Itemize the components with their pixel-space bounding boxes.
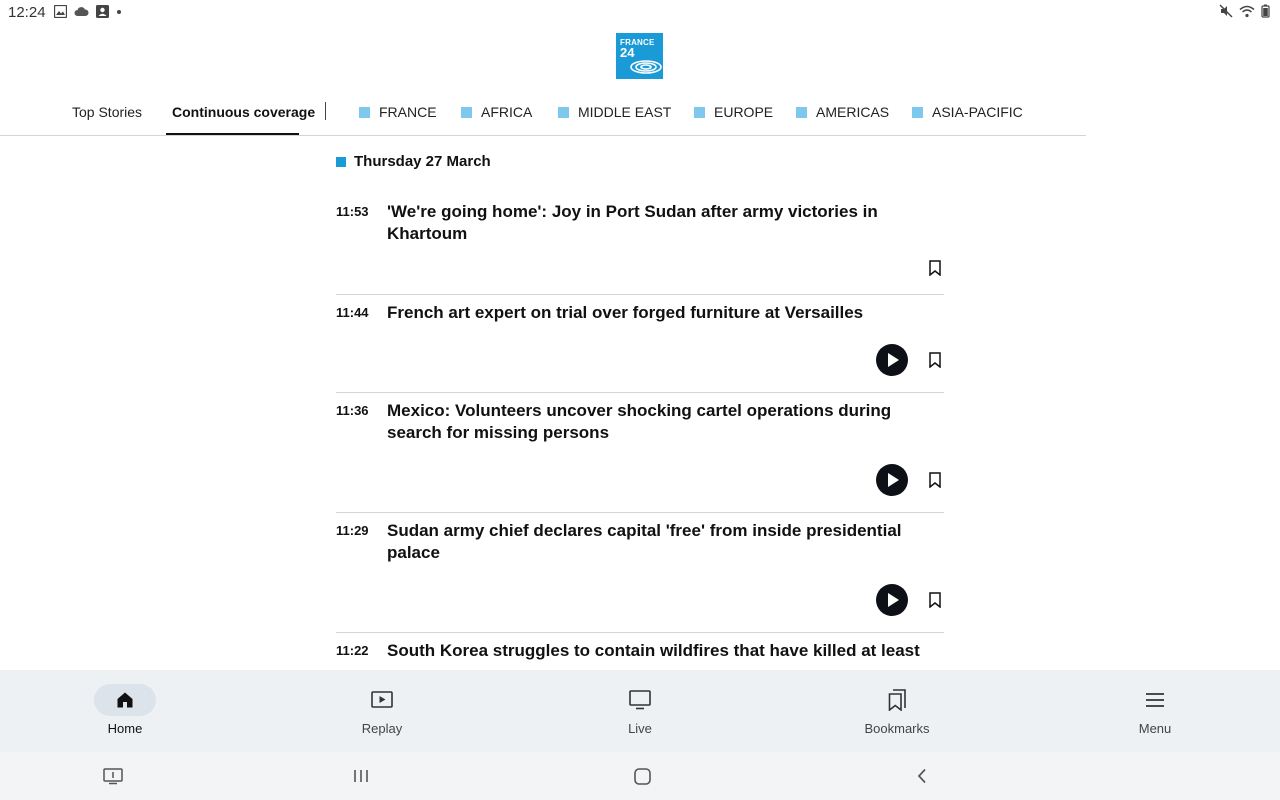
region-color-swatch bbox=[694, 106, 705, 118]
item-time: 11:22 bbox=[336, 643, 369, 658]
region-tab-asia-pacific[interactable]: ASIA-PACIFIC bbox=[912, 104, 1023, 120]
live-tv-icon bbox=[609, 684, 671, 716]
image-icon bbox=[54, 5, 67, 18]
region-color-swatch bbox=[558, 106, 569, 118]
account-box-icon bbox=[96, 5, 109, 18]
nav-label: Live bbox=[628, 721, 652, 736]
item-title[interactable]: French art expert on trial over forged f… bbox=[387, 302, 937, 324]
bookmark-icon[interactable] bbox=[928, 472, 942, 488]
list-item[interactable]: 11:44 French art expert on trial over fo… bbox=[336, 295, 944, 393]
list-item[interactable]: 11:22 South Korea struggles to contain w… bbox=[336, 633, 944, 670]
mute-icon bbox=[1219, 4, 1233, 23]
nav-label: Bookmarks bbox=[864, 721, 930, 736]
region-tab-africa[interactable]: AFRICA bbox=[461, 104, 532, 120]
item-title[interactable]: 'We're going home': Joy in Port Sudan af… bbox=[387, 201, 937, 245]
region-color-swatch bbox=[796, 106, 807, 118]
logo-waves-icon bbox=[630, 60, 662, 74]
date-marker bbox=[336, 156, 346, 167]
active-tab-indicator bbox=[166, 133, 299, 135]
bookmark-icon[interactable] bbox=[928, 260, 942, 276]
region-tab-middle-east[interactable]: MIDDLE EAST bbox=[558, 104, 671, 120]
nav-bookmarks[interactable]: Bookmarks bbox=[837, 670, 957, 752]
nav-menu[interactable]: Menu bbox=[1095, 670, 1215, 752]
nav-label: Home bbox=[107, 721, 143, 736]
region-label: MIDDLE EAST bbox=[578, 104, 672, 120]
home-icon bbox=[94, 684, 156, 716]
nav-replay[interactable]: Replay bbox=[322, 670, 442, 752]
nav-label: Menu bbox=[1138, 721, 1172, 736]
tab-top-stories[interactable]: Top Stories bbox=[72, 104, 142, 120]
list-item[interactable]: 11:53 'We're going home': Joy in Port Su… bbox=[336, 194, 944, 295]
item-time: 11:53 bbox=[336, 204, 369, 219]
region-tab-france[interactable]: FRANCE bbox=[359, 104, 437, 120]
list-item[interactable]: 11:29 Sudan army chief declares capital … bbox=[336, 513, 944, 633]
system-navigation-bar bbox=[0, 752, 1280, 800]
item-title[interactable]: South Korea struggles to contain wildfir… bbox=[387, 640, 944, 662]
menu-icon bbox=[1124, 684, 1186, 716]
back-icon[interactable] bbox=[910, 766, 934, 786]
play-video-icon[interactable] bbox=[876, 464, 908, 496]
region-color-swatch bbox=[912, 106, 923, 118]
dot-icon bbox=[116, 9, 122, 15]
status-time: 12:24 bbox=[8, 4, 46, 21]
replay-icon bbox=[351, 684, 413, 716]
list-item[interactable]: 11:36 Mexico: Volunteers uncover shockin… bbox=[336, 393, 944, 513]
item-time: 11:29 bbox=[336, 523, 369, 538]
region-label: FRANCE bbox=[379, 104, 437, 120]
wifi-icon bbox=[1239, 5, 1255, 23]
bookmark-icon[interactable] bbox=[928, 352, 942, 368]
bottom-navigation: Home Replay Live Bookmarks Menu bbox=[0, 670, 1280, 752]
home-circle-icon[interactable] bbox=[630, 766, 654, 786]
play-video-icon[interactable] bbox=[876, 584, 908, 616]
france24-logo[interactable]: FRANCE 24 bbox=[616, 33, 663, 79]
screenshot-icon[interactable] bbox=[101, 766, 125, 786]
region-tab-americas[interactable]: AMERICAS bbox=[796, 104, 889, 120]
region-label: AMERICAS bbox=[816, 104, 890, 120]
bookmark-icon[interactable] bbox=[928, 592, 942, 608]
tab-divider bbox=[325, 102, 326, 120]
nav-label: Replay bbox=[361, 721, 403, 736]
battery-icon bbox=[1261, 4, 1270, 23]
tab-continuous-coverage[interactable]: Continuous coverage bbox=[172, 104, 315, 120]
region-label: AFRICA bbox=[481, 104, 533, 120]
item-time: 11:44 bbox=[336, 305, 369, 320]
section-tabs: Top Stories Continuous coverage FRANCE A… bbox=[0, 92, 1086, 136]
nav-live[interactable]: Live bbox=[580, 670, 700, 752]
date-header: Thursday 27 March bbox=[336, 153, 491, 170]
item-title[interactable]: Sudan army chief declares capital 'free'… bbox=[387, 520, 937, 564]
region-label: ASIA-PACIFIC bbox=[932, 104, 1023, 120]
recent-apps-icon[interactable] bbox=[349, 766, 373, 786]
date-label: Thursday 27 March bbox=[354, 153, 491, 170]
status-bar: 12:24 bbox=[0, 0, 1280, 24]
region-color-swatch bbox=[461, 106, 472, 118]
nav-home[interactable]: Home bbox=[65, 670, 185, 752]
play-video-icon[interactable] bbox=[876, 344, 908, 376]
bookmarks-icon bbox=[866, 684, 928, 716]
region-color-swatch bbox=[359, 106, 370, 118]
item-time: 11:36 bbox=[336, 403, 369, 418]
news-feed: Thursday 27 March 11:53 'We're going hom… bbox=[336, 136, 944, 670]
region-tab-europe[interactable]: EUROPE bbox=[694, 104, 773, 120]
cloud-icon bbox=[74, 6, 89, 17]
region-label: EUROPE bbox=[714, 104, 774, 120]
item-title[interactable]: Mexico: Volunteers uncover shocking cart… bbox=[387, 400, 937, 444]
